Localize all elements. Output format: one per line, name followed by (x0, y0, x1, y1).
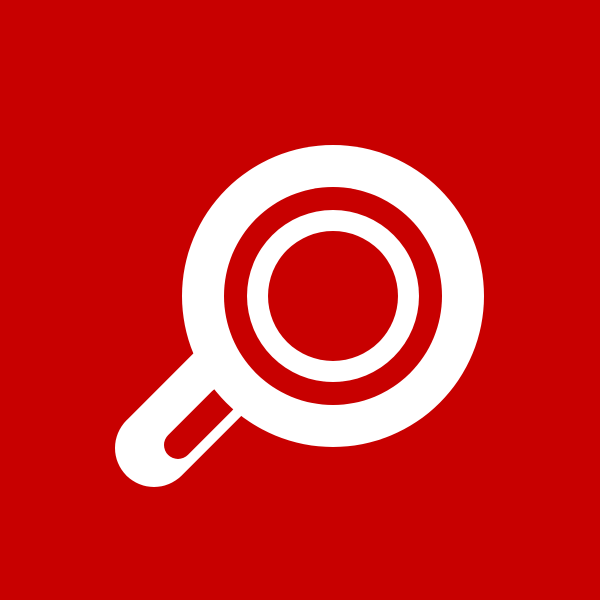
search-app-tile[interactable] (0, 0, 600, 600)
magnifier-lens (182, 145, 484, 447)
magnifier-handle (115, 341, 261, 487)
search-icon (115, 145, 484, 487)
